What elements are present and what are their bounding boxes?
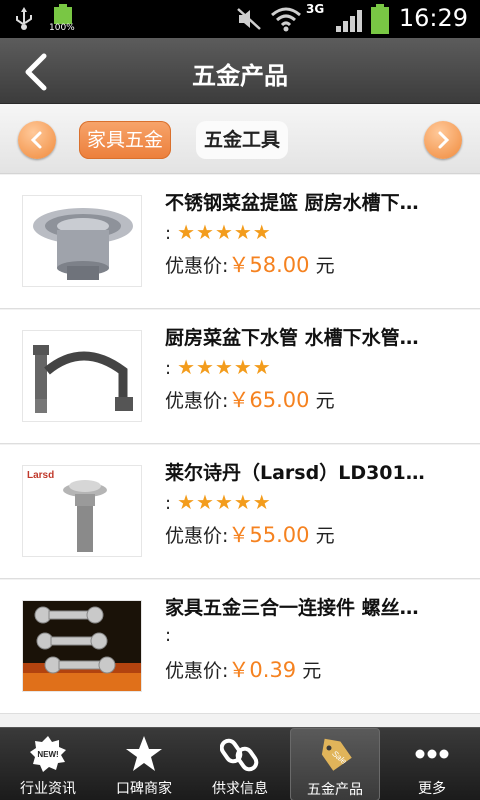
product-image-drain-pipe bbox=[22, 330, 142, 422]
signal-bars-icon bbox=[336, 10, 362, 32]
news-badge-icon: NEW! bbox=[30, 736, 66, 772]
product-price: 优惠价:￥58.00 元 bbox=[165, 253, 335, 277]
star-rating-icon: ★★★★★ bbox=[177, 220, 272, 244]
star-rating-icon: ★★★★★ bbox=[177, 490, 272, 514]
tab-more[interactable]: 更多 bbox=[384, 728, 480, 800]
product-price: 优惠价:￥65.00 元 bbox=[165, 388, 335, 412]
sale-tag-icon: Sale bbox=[321, 738, 352, 771]
tab-supply-demand[interactable]: 供求信息 bbox=[192, 728, 288, 800]
category-bar: 家具五金 五金工具 bbox=[0, 104, 480, 174]
star-icon bbox=[126, 736, 162, 771]
product-price: 优惠价:￥55.00 元 bbox=[165, 523, 335, 547]
price-amount: ￥55.00 bbox=[228, 523, 310, 547]
tab-reputable-merchants[interactable]: 口碑商家 bbox=[96, 728, 192, 800]
product-rating: : ★★★★★ bbox=[165, 355, 272, 379]
product-item[interactable]: 不锈钢菜盆提篮 厨房水槽下… : ★★★★★ 优惠价:￥58.00 元 bbox=[0, 175, 480, 309]
title-bar: 五金产品 bbox=[0, 38, 480, 104]
star-rating-icon: ★★★★★ bbox=[177, 355, 272, 379]
product-name: 莱尔诗丹（Larsd）LD301… bbox=[165, 462, 425, 484]
product-item[interactable]: Larsd 莱尔诗丹（Larsd）LD301… : ★★★★★ 优惠价:￥55.0… bbox=[0, 445, 480, 579]
clock: 16:29 bbox=[398, 4, 468, 32]
tab-industry-news[interactable]: NEW! 行业资讯 bbox=[0, 728, 96, 800]
product-item[interactable]: 厨房菜盆下水管 水槽下水管… : ★★★★★ 优惠价:￥65.00 元 bbox=[0, 310, 480, 444]
price-amount: ￥58.00 bbox=[228, 253, 310, 277]
product-rating: : ★★★★★ bbox=[165, 220, 272, 244]
svg-text:Larsd: Larsd bbox=[27, 470, 54, 481]
mute-icon bbox=[237, 8, 261, 30]
price-amount: ￥0.39 bbox=[228, 658, 297, 682]
category-tab-furniture-hardware[interactable]: 家具五金 bbox=[79, 121, 172, 159]
page-title: 五金产品 bbox=[192, 62, 288, 90]
category-prev-button[interactable] bbox=[18, 121, 56, 159]
product-rating: : bbox=[165, 625, 172, 646]
chevron-left-icon bbox=[30, 131, 42, 149]
product-image-sink-basket bbox=[22, 195, 142, 287]
product-name: 家具五金三合一连接件 螺丝… bbox=[165, 597, 419, 619]
chain-link-icon bbox=[220, 738, 259, 772]
product-price: 优惠价:￥0.39 元 bbox=[165, 658, 322, 682]
category-tab-hardware-tools[interactable]: 五金工具 bbox=[196, 121, 289, 159]
usb-icon bbox=[16, 7, 32, 30]
category-next-button[interactable] bbox=[424, 121, 462, 159]
product-rating: : ★★★★★ bbox=[165, 490, 272, 514]
price-amount: ￥65.00 bbox=[228, 388, 310, 412]
product-name: 厨房菜盆下水管 水槽下水管… bbox=[165, 327, 419, 349]
status-bar: 100% 3G 16:29 bbox=[0, 0, 480, 38]
product-item[interactable]: 家具五金三合一连接件 螺丝… : 优惠价:￥0.39 元 bbox=[0, 580, 480, 714]
tab-hardware-products[interactable]: Sale 五金产品 bbox=[290, 728, 380, 800]
chevron-right-icon bbox=[438, 131, 450, 149]
wifi-icon bbox=[271, 7, 301, 32]
bottom-tab-bar: NEW! 行业资讯 口碑商家 供求信息 Sale 五金产品 更多 bbox=[0, 727, 480, 800]
battery-percent: 100% bbox=[49, 23, 75, 33]
product-image-connector-fittings bbox=[22, 600, 142, 692]
svg-text:NEW!: NEW! bbox=[37, 750, 58, 759]
product-image-pop-up-drain: Larsd bbox=[22, 465, 142, 557]
product-list: 不锈钢菜盆提篮 厨房水槽下… : ★★★★★ 优惠价:￥58.00 元 厨房菜盆下… bbox=[0, 175, 480, 715]
product-name: 不锈钢菜盆提篮 厨房水槽下… bbox=[165, 192, 419, 214]
more-dots-icon bbox=[415, 749, 449, 759]
battery-icon bbox=[371, 4, 389, 34]
network-type: 3G bbox=[306, 2, 325, 16]
